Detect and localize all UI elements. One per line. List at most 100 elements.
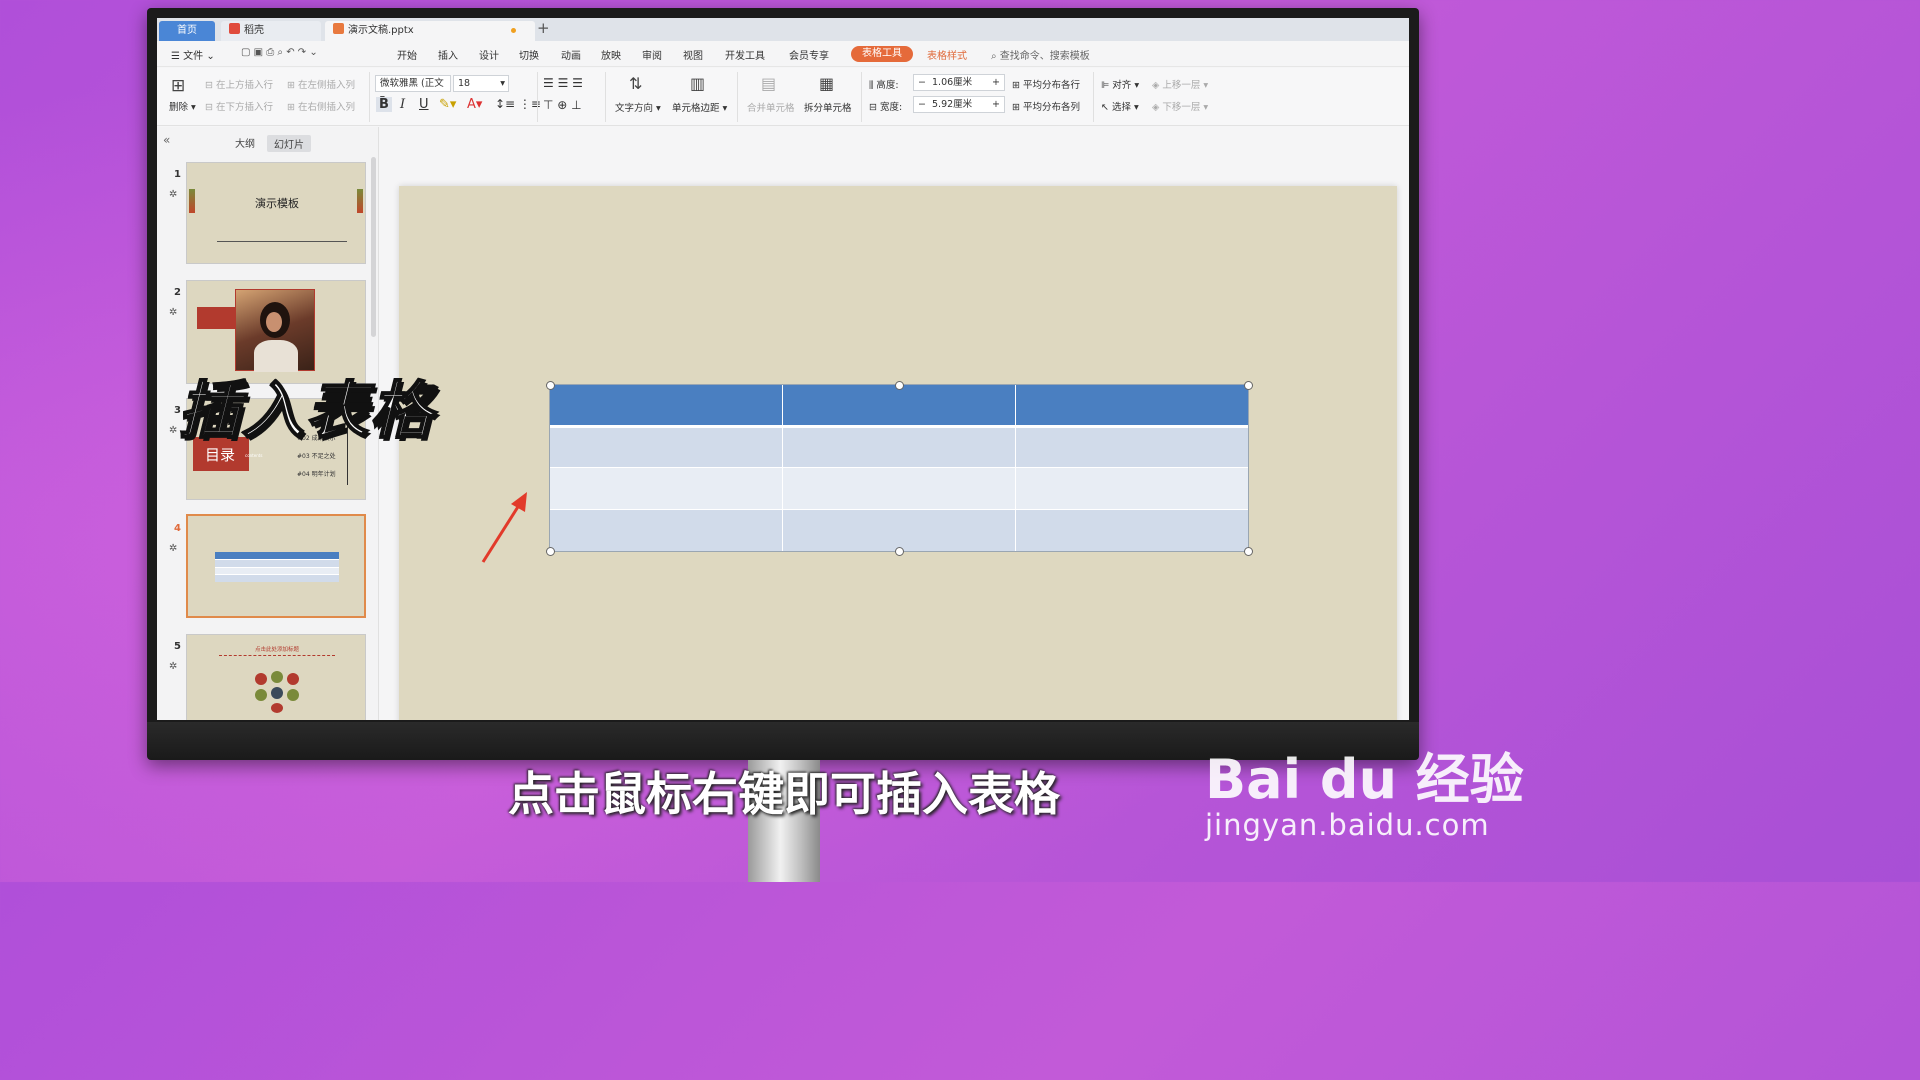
table-grid-icon: ⊞ xyxy=(171,76,186,96)
height-stepper[interactable]: − 1.06厘米 + xyxy=(913,74,1005,91)
menu-item[interactable]: 设计 xyxy=(479,47,499,62)
table-cell[interactable] xyxy=(550,468,782,509)
tab-document[interactable]: 演示文稿.pptx xyxy=(325,21,535,41)
quick-access-icons[interactable]: ▢ ▣ ⎙ ⌕ ↶ ↷ ⌄ xyxy=(241,47,318,58)
table-cell[interactable] xyxy=(1015,510,1248,551)
menu-item[interactable]: 开发工具 xyxy=(725,47,765,62)
table-header-row xyxy=(550,385,1248,425)
menu-item[interactable]: 动画 xyxy=(561,47,581,62)
italic-button[interactable]: I xyxy=(400,97,405,112)
slide-number: 2 xyxy=(174,287,181,298)
resize-handle[interactable] xyxy=(1244,547,1253,556)
new-tab-plus-icon[interactable]: + xyxy=(537,19,550,37)
table-cell[interactable] xyxy=(1015,468,1248,509)
mini-table-row xyxy=(215,574,339,582)
resize-handle[interactable] xyxy=(546,547,555,556)
command-search[interactable]: ⌕ 查找命令、搜索模板 xyxy=(991,47,1090,62)
menu-item[interactable]: 开始 xyxy=(397,47,417,62)
tab-straw-label: 稻壳 xyxy=(244,25,264,36)
table-row xyxy=(550,467,1248,509)
table-cell[interactable] xyxy=(782,385,1015,425)
resize-handle[interactable] xyxy=(1244,381,1253,390)
mini-table-row xyxy=(215,567,339,574)
menu-file-label: 文件 xyxy=(183,51,204,62)
resize-handle[interactable] xyxy=(546,381,555,390)
tab-outline[interactable]: 大纲 xyxy=(235,135,255,150)
menu-item[interactable]: 插入 xyxy=(438,47,458,62)
menu-item[interactable]: 审阅 xyxy=(642,47,662,62)
menu-item[interactable]: 会员专享 xyxy=(789,47,829,62)
width-stepper[interactable]: − 5.92厘米 + xyxy=(913,96,1005,113)
align-button[interactable]: ⊫ 对齐 ▾ xyxy=(1101,77,1139,91)
pptx-icon xyxy=(333,23,344,34)
delete-label: 删除 xyxy=(169,102,189,113)
select-button[interactable]: ↖ 选择 ▾ xyxy=(1101,99,1139,113)
menu-item[interactable]: 视图 xyxy=(683,47,703,62)
resize-handle[interactable] xyxy=(895,381,904,390)
font-size-select[interactable]: 18 ▾ xyxy=(453,75,509,92)
collapse-panel-icon[interactable]: « xyxy=(163,133,170,147)
table-cell[interactable] xyxy=(782,510,1015,551)
photo-face xyxy=(266,312,282,332)
font-size-value: 18 xyxy=(458,78,471,89)
split-cells-button[interactable]: 拆分单元格 xyxy=(804,100,852,114)
cell-margin-button[interactable]: 单元格边距 ▾ xyxy=(672,100,727,114)
animation-star-icon: ✲ xyxy=(169,543,178,554)
merge-cells-button[interactable]: 合并单元格 xyxy=(747,100,795,114)
table-cell[interactable] xyxy=(1015,428,1248,467)
ribbon-separator xyxy=(605,72,606,122)
straw-logo-icon xyxy=(229,23,240,34)
line-spacing-button[interactable]: ↕≡ ⋮≡ xyxy=(495,97,541,111)
height-label: ⫼ 高度: xyxy=(869,80,899,91)
menu-item[interactable]: 切换 xyxy=(519,47,539,62)
search-icon: ⌕ xyxy=(991,51,997,62)
table-cell[interactable] xyxy=(782,428,1015,467)
text-direction-button[interactable]: 文字方向 ▾ xyxy=(615,100,661,114)
distribute-rows-button[interactable]: ⊞ 平均分布各行 xyxy=(1012,77,1080,91)
slide-canvas[interactable] xyxy=(399,186,1397,720)
slide-thumbnail-5[interactable]: 点击此处添加标题 xyxy=(186,634,366,720)
insert-col-right-button[interactable]: ⊞ 在右侧插入列 xyxy=(287,99,355,113)
distribute-cols-button[interactable]: ⊞ 平均分布各列 xyxy=(1012,99,1080,113)
table-cell[interactable] xyxy=(1015,385,1248,425)
table-cell[interactable] xyxy=(782,468,1015,509)
tab-table-tools[interactable]: 表格工具 xyxy=(851,46,913,62)
unsaved-dot-icon xyxy=(511,28,516,33)
tab-home[interactable]: 首页 xyxy=(159,21,215,41)
insert-row-above-button[interactable]: ⊟ 在上方插入行 xyxy=(205,77,273,91)
slide-thumbnail-1[interactable]: 演示模板 xyxy=(186,162,366,264)
align-left-button[interactable]: ☰ ☰ ☰ xyxy=(543,76,583,90)
insert-col-left-button[interactable]: ⊞ 在左侧插入列 xyxy=(287,77,355,91)
hexagon-cluster xyxy=(253,671,301,713)
animation-star-icon: ✲ xyxy=(169,189,178,200)
overlay-title: 插入表格 xyxy=(177,373,435,448)
highlight-button[interactable]: ✎▾ xyxy=(439,97,456,112)
bring-forward-button[interactable]: ◈ 上移一层 ▾ xyxy=(1152,77,1208,91)
insert-left-label: 在左侧插入列 xyxy=(297,80,355,91)
menu-file[interactable]: ☰ 文件 ⌄ xyxy=(171,47,215,62)
table-cell[interactable] xyxy=(550,428,782,467)
decor-dashed-line xyxy=(219,655,335,656)
font-name-select[interactable]: 微软雅黑 (正文 ▾ xyxy=(375,75,451,104)
send-backward-button[interactable]: ◈ 下移一层 ▾ xyxy=(1152,99,1208,113)
watermark-logo: Bai du 经验 xyxy=(1205,748,1524,811)
animation-star-icon: ✲ xyxy=(169,307,178,318)
resize-handle[interactable] xyxy=(895,547,904,556)
tab-straw[interactable]: 稻壳 xyxy=(221,21,321,41)
table-cell[interactable] xyxy=(550,510,782,551)
tab-slides[interactable]: 幻灯片 xyxy=(267,135,311,152)
delete-button[interactable]: 删除 ▾ xyxy=(169,99,196,113)
insert-row-below-button[interactable]: ⊟ 在下方插入行 xyxy=(205,99,273,113)
bold-button[interactable]: B xyxy=(376,97,392,112)
table-cell[interactable] xyxy=(550,385,782,425)
slide-thumbnail-4[interactable] xyxy=(186,514,366,618)
vertical-align-button[interactable]: ⊤ ⊕ ⊥ xyxy=(543,98,582,112)
menu-item[interactable]: 放映 xyxy=(601,47,621,62)
slide-table[interactable] xyxy=(549,384,1249,552)
ribbon-separator xyxy=(369,72,370,122)
animation-star-icon: ✲ xyxy=(169,661,178,672)
underline-button[interactable]: U xyxy=(419,97,429,112)
panel-scrollbar[interactable] xyxy=(371,157,376,337)
font-color-button[interactable]: A▾ xyxy=(467,97,482,112)
tab-table-style[interactable]: 表格样式 xyxy=(927,47,967,62)
